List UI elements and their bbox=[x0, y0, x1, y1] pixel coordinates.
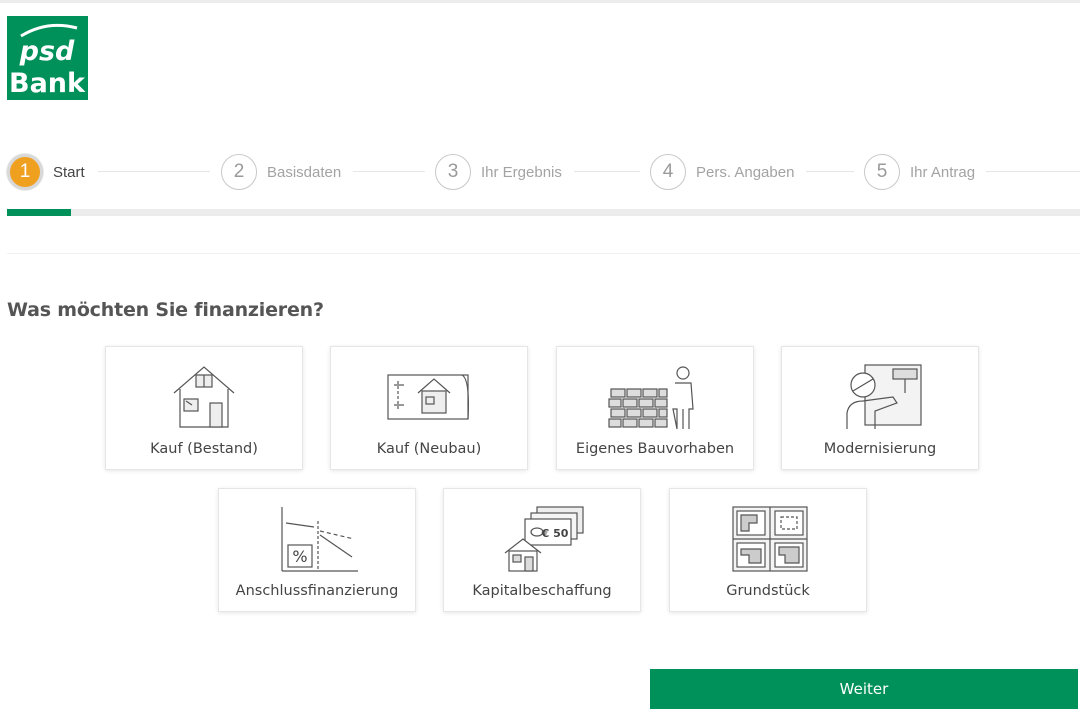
step-label: Basisdaten bbox=[267, 163, 342, 181]
step-pers-angaben[interactable]: 4 Pers. Angaben bbox=[650, 153, 794, 191]
step-connector bbox=[98, 171, 210, 172]
step-number: 4 bbox=[650, 154, 686, 190]
logo-line1: psd bbox=[19, 36, 75, 67]
step-connector bbox=[806, 171, 854, 172]
house-money-icon: € 50 bbox=[444, 501, 640, 575]
step-start[interactable]: 1 Start bbox=[7, 153, 85, 191]
step-number: 2 bbox=[221, 154, 257, 190]
option-label: Grundstück bbox=[726, 583, 810, 599]
page-question: Was möchten Sie finanzieren? bbox=[7, 299, 324, 321]
progress-bar bbox=[7, 209, 1080, 216]
step-number: 1 bbox=[7, 154, 43, 190]
step-connector bbox=[353, 171, 425, 172]
svg-text:%: % bbox=[292, 547, 307, 566]
option-modernisierung[interactable]: Modernisierung bbox=[781, 346, 979, 470]
psd-bank-logo[interactable]: psd Bank bbox=[7, 16, 88, 100]
option-label: Kapitalbeschaffung bbox=[472, 583, 612, 599]
step-label: Ihr Ergebnis bbox=[481, 163, 562, 181]
step-basisdaten[interactable]: 2 Basisdaten bbox=[221, 153, 341, 191]
section-divider bbox=[7, 253, 1080, 254]
option-label: Eigenes Bauvorhaben bbox=[575, 441, 735, 457]
option-kauf-bestand[interactable]: Kauf (Bestand) bbox=[105, 346, 303, 470]
step-number: 3 bbox=[435, 154, 471, 190]
svg-text:€ 50: € 50 bbox=[541, 527, 569, 540]
logo-line2: Bank bbox=[9, 68, 86, 99]
option-kapitalbeschaffung[interactable]: € 50 Kapitalbeschaffung bbox=[443, 488, 641, 612]
step-label: Start bbox=[53, 163, 85, 181]
weiter-button[interactable]: Weiter bbox=[650, 669, 1078, 709]
land-plot-icon bbox=[670, 501, 866, 575]
option-eigenes-bauvorhaben[interactable]: Eigenes Bauvorhaben bbox=[556, 346, 754, 470]
step-ihr-antrag[interactable]: 5 Ihr Antrag bbox=[864, 153, 975, 191]
option-label: Kauf (Bestand) bbox=[150, 441, 258, 457]
house-existing-icon bbox=[106, 359, 302, 433]
painter-roller-icon bbox=[782, 359, 978, 433]
step-ihr-ergebnis[interactable]: 3 Ihr Ergebnis bbox=[435, 153, 562, 191]
top-border bbox=[0, 0, 1080, 3]
option-label: Anschlussfinanzierung bbox=[235, 583, 399, 599]
option-grundstueck[interactable]: Grundstück bbox=[669, 488, 867, 612]
option-kauf-neubau[interactable]: Kauf (Neubau) bbox=[330, 346, 528, 470]
percent-chart-icon: % bbox=[219, 501, 415, 575]
option-anschlussfinanzierung[interactable]: % Anschlussfinanzierung bbox=[218, 488, 416, 612]
house-blueprint-icon bbox=[331, 359, 527, 433]
progress-stepper: 1 Start 2 Basisdaten 3 Ihr Ergebnis 4 Pe… bbox=[0, 150, 1080, 194]
step-connector bbox=[574, 171, 640, 172]
option-label: Modernisierung bbox=[823, 441, 937, 457]
option-label: Kauf (Neubau) bbox=[376, 441, 482, 457]
step-connector bbox=[986, 171, 1080, 172]
progress-bar-fill bbox=[7, 209, 72, 216]
step-number: 5 bbox=[864, 154, 900, 190]
step-label: Ihr Antrag bbox=[910, 163, 976, 181]
builder-bricks-icon bbox=[557, 359, 753, 433]
step-label: Pers. Angaben bbox=[696, 163, 795, 181]
